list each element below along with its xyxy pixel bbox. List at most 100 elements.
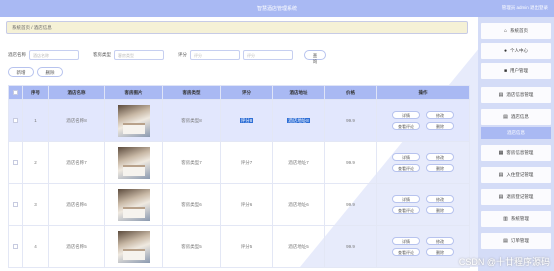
- actions-bar: 新增 删除: [8, 67, 63, 77]
- room-image: [117, 146, 150, 179]
- sidebar-item-home[interactable]: ⌂ 系统首页: [481, 23, 551, 39]
- review-button[interactable]: 查看评论: [392, 122, 420, 130]
- sidebar-item-label: 酒店信息: [510, 114, 529, 119]
- row-price: 99.9: [324, 183, 377, 226]
- col-rating: 评分: [220, 85, 273, 100]
- sidebar-item-profile[interactable]: ● 个人中心: [481, 43, 551, 59]
- detail-button[interactable]: 详情: [392, 111, 420, 119]
- row-type: 客房类型7: [162, 141, 221, 184]
- sidebar-item-orders[interactable]: ▤ 订单管理: [481, 233, 551, 249]
- watermark: CSDN @十廿程序源码: [458, 257, 550, 267]
- edit-button[interactable]: 修改: [426, 195, 454, 203]
- col-type: 客房类型: [162, 85, 221, 100]
- home-icon: ⌂: [503, 28, 508, 34]
- rating-label: 评分: [178, 52, 187, 57]
- sidebar-item-users[interactable]: ■ 用户管理: [481, 63, 551, 79]
- select-all-header[interactable]: [8, 85, 23, 100]
- row-delete-button[interactable]: 删除: [426, 122, 454, 130]
- review-button[interactable]: 查看评论: [392, 206, 420, 214]
- room-image: [117, 104, 150, 137]
- table-row[interactable]: 4 酒店名称5 客房类型5 评分5 酒店地址5 99.9 详情 修改 查看评论 …: [8, 225, 470, 268]
- edit-button[interactable]: 修改: [426, 237, 454, 245]
- sidebar-item-label: 订单管理: [510, 238, 529, 243]
- detail-button[interactable]: 详情: [392, 237, 420, 245]
- sidebar-item-label: 系统首页: [510, 28, 529, 33]
- row-checkbox[interactable]: [13, 117, 18, 123]
- row-delete-button[interactable]: 删除: [426, 164, 454, 172]
- col-index: 序号: [22, 85, 49, 100]
- delete-button[interactable]: 删除: [37, 67, 63, 77]
- review-button[interactable]: 查看评论: [392, 164, 420, 172]
- query-button[interactable]: 查询: [304, 50, 326, 64]
- add-button[interactable]: 新增: [8, 67, 34, 77]
- row-rating: 评分6: [220, 183, 273, 226]
- breadcrumb-separator: /: [31, 25, 33, 30]
- row-address: 酒店地址8: [287, 117, 310, 123]
- row-address: 酒店地址7: [272, 141, 325, 184]
- breadcrumb-current: 酒店信息: [33, 25, 52, 30]
- rating-input[interactable]: 评分: [190, 50, 240, 60]
- row-index: 4: [22, 225, 49, 268]
- row-name: 酒店名称8: [48, 99, 105, 142]
- bed-icon: ▦: [498, 150, 504, 156]
- detail-button[interactable]: 详情: [392, 153, 420, 161]
- settings-icon: ▥: [503, 216, 508, 222]
- row-delete-button[interactable]: 删除: [426, 248, 454, 256]
- detail-button[interactable]: 详情: [392, 195, 420, 203]
- sidebar-item-label: 系统管理: [510, 216, 529, 221]
- col-address: 酒店地址: [272, 85, 325, 100]
- row-type: 客房类型6: [162, 183, 221, 226]
- row-price: 99.9: [324, 141, 377, 184]
- sidebar-item-label: 酒店信息管理: [506, 92, 534, 97]
- col-image: 客房图片: [104, 85, 163, 100]
- app-title: 智慧酒店管理系统: [256, 6, 297, 12]
- row-price: 99.9: [324, 225, 377, 268]
- row-index: 1: [22, 99, 49, 142]
- edit-button[interactable]: 修改: [426, 111, 454, 119]
- row-rating: 评分5: [220, 225, 273, 268]
- row-checkbox[interactable]: [13, 243, 18, 249]
- room-type-label: 客房类型: [93, 52, 111, 57]
- hotel-table: 序号 酒店名称 客房图片 客房类型 评分 酒店地址 价格 操作 1 酒店名称8 …: [8, 85, 470, 268]
- user-menu[interactable]: 管理员 admin 退出登录: [502, 5, 548, 11]
- breadcrumb-home[interactable]: 系统首页: [12, 25, 30, 30]
- col-name: 酒店名称: [48, 85, 105, 100]
- room-type-input[interactable]: 客房类型: [114, 50, 164, 60]
- rating-input-2[interactable]: 评分: [243, 50, 293, 60]
- user-icon: ●: [503, 48, 508, 54]
- edit-button[interactable]: 修改: [426, 153, 454, 161]
- list-icon: ▤: [503, 114, 508, 120]
- sidebar-item-hotel-info[interactable]: ▤ 酒店信息: [481, 109, 551, 125]
- row-index: 2: [22, 141, 49, 184]
- search-bar: 酒店名称 酒店名称 客房类型 客房类型 评分 评分 评分 查询: [8, 49, 326, 64]
- row-name: 酒店名称5: [48, 225, 105, 268]
- sidebar: ⌂ 系统首页 ● 个人中心 ■ 用户管理 ▤ 酒店信息管理 ▤ 酒店信息 酒店信息 ▦ 客房…: [478, 17, 554, 271]
- sidebar-item-checkin[interactable]: ▤ 入住登记管理: [481, 167, 551, 183]
- table-row[interactable]: 3 酒店名称6 客房类型6 评分6 酒店地址6 99.9 详情 修改 查看评论 …: [8, 183, 470, 226]
- hotel-name-label: 酒店名称: [8, 52, 26, 57]
- row-checkbox[interactable]: [13, 201, 18, 207]
- row-checkbox[interactable]: [13, 159, 18, 165]
- hotel-name-input[interactable]: 酒店名称: [29, 50, 79, 60]
- main-content: 系统首页 / 酒店信息 酒店名称 酒店名称 客房类型 客房类型 评分 评分 评分…: [0, 17, 478, 271]
- checkout-icon: ▤: [498, 194, 504, 200]
- sidebar-item-system[interactable]: ▥ 系统管理: [481, 211, 551, 227]
- row-address: 酒店地址6: [272, 183, 325, 226]
- select-all-checkbox[interactable]: [13, 89, 18, 95]
- sidebar-item-rooms[interactable]: ▦ 客房信息管理: [481, 145, 551, 161]
- breadcrumb: 系统首页 / 酒店信息: [6, 21, 468, 34]
- order-icon: ▤: [503, 238, 508, 244]
- table-row[interactable]: 1 酒店名称8 客房类型8 评分8 酒店地址8 99.9 详情 修改 查看评论 …: [8, 99, 470, 142]
- table-row[interactable]: 2 酒店名称7 客房类型7 评分7 酒店地址7 99.9 详情 修改 查看评论 …: [8, 141, 470, 184]
- checkin-icon: ▤: [498, 172, 504, 178]
- row-name: 酒店名称6: [48, 183, 105, 226]
- col-actions: 操作: [376, 85, 470, 100]
- sidebar-item-checkout[interactable]: ▤ 退房登记管理: [481, 189, 551, 205]
- sidebar-item-label: 用户管理: [510, 68, 529, 73]
- sidebar-item-label: 客房信息管理: [506, 150, 534, 155]
- sidebar-sub-active[interactable]: 酒店信息: [481, 127, 551, 139]
- sidebar-item-hotel-manage[interactable]: ▤ 酒店信息管理: [481, 87, 551, 103]
- row-delete-button[interactable]: 删除: [426, 206, 454, 214]
- review-button[interactable]: 查看评论: [392, 248, 420, 256]
- room-image: [117, 188, 150, 221]
